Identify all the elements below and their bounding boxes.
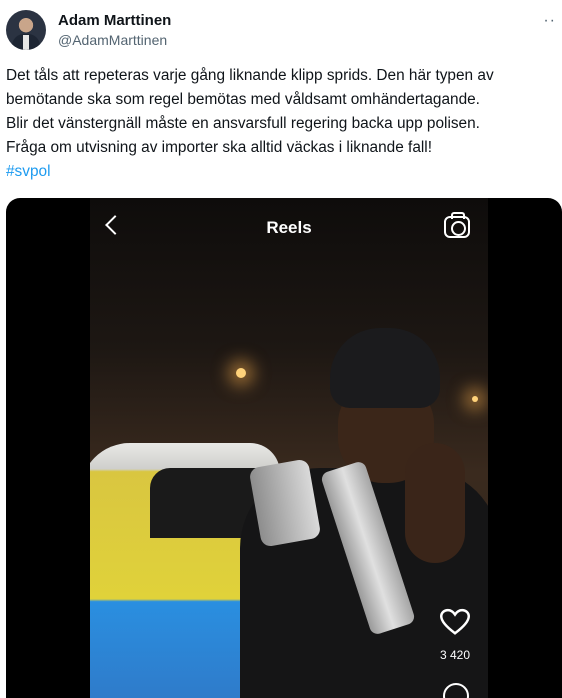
tweet-line: Blir det vänstergnäll måste en ansvarsfu…	[6, 115, 480, 132]
hashtag-link[interactable]: #svpol	[6, 160, 558, 184]
camera-icon[interactable]	[444, 212, 470, 238]
like-count: 3 420	[439, 648, 471, 662]
heart-icon[interactable]	[440, 608, 470, 636]
street-lamp-light	[472, 396, 478, 402]
video-media[interactable]: Reels 3 420	[6, 198, 562, 698]
tweet-line: Fråga om utvisning av importer ska allti…	[6, 139, 432, 156]
tweet-text: Det tåls att repeteras varje gång liknan…	[6, 64, 558, 184]
tweet-line: bemötande ska som regel bemötas med våld…	[6, 91, 480, 108]
avatar[interactable]	[6, 10, 46, 50]
street-lamp-light	[236, 368, 246, 378]
hand-shape	[405, 443, 465, 563]
more-options-icon[interactable]: ··	[543, 12, 556, 30]
tweet-line: Det tåls att repeteras varje gång liknan…	[6, 67, 494, 84]
person-hat-shape	[330, 328, 440, 408]
tweet-header: Adam Marttinen @AdamMarttinen ··	[6, 10, 556, 54]
video-frame[interactable]: Reels 3 420	[90, 198, 488, 698]
author-display-name[interactable]: Adam Marttinen	[58, 12, 171, 30]
author-block[interactable]: Adam Marttinen @AdamMarttinen	[58, 12, 171, 50]
author-handle[interactable]: @AdamMarttinen	[58, 30, 171, 50]
avatar-shirt	[23, 35, 29, 50]
reels-title: Reels	[266, 218, 312, 237]
reels-header: Reels	[90, 212, 488, 240]
